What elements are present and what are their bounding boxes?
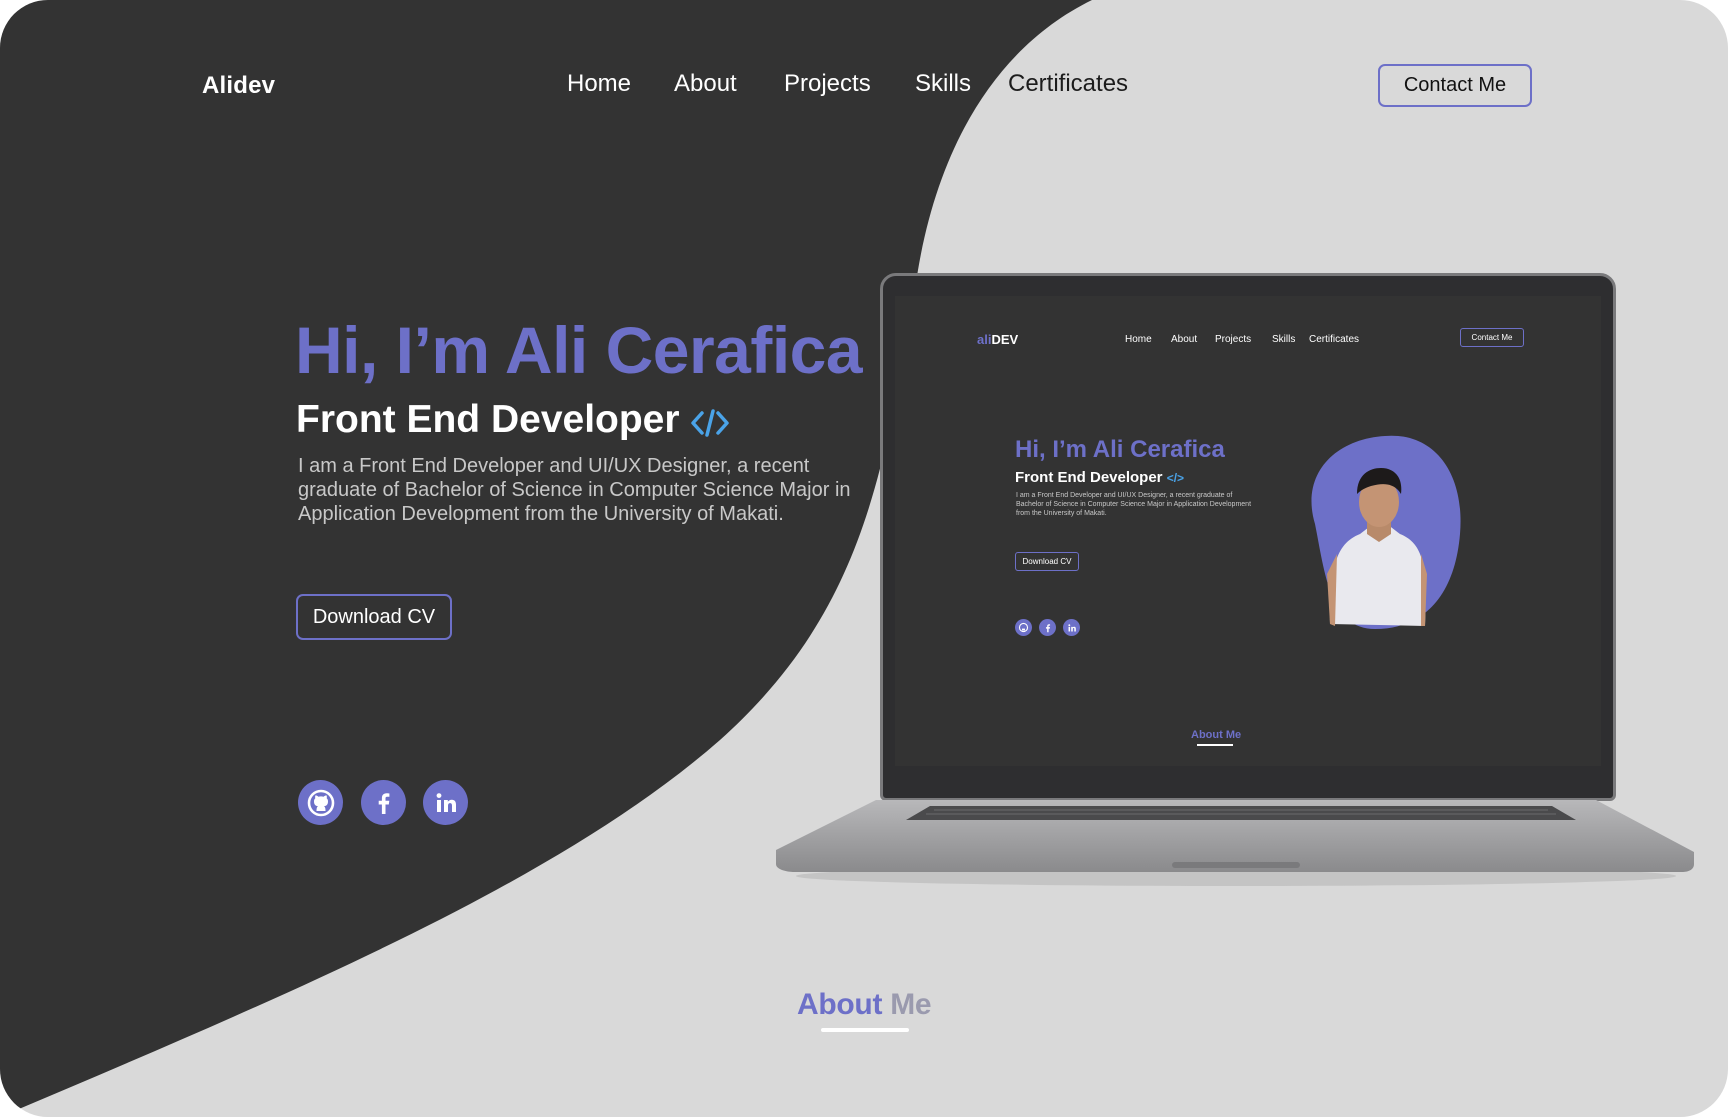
hero-greeting: Hi, I’m Ali Cerafica	[295, 313, 863, 387]
mockup-contact-button: Contact Me	[1460, 328, 1524, 347]
linkedin-icon	[436, 792, 456, 812]
github-icon	[307, 789, 334, 816]
mockup-about-underline	[1197, 744, 1233, 746]
nav-projects[interactable]: Projects	[784, 70, 871, 98]
download-cv-button[interactable]: Download CV	[296, 594, 452, 640]
mockup-code-icon: </>	[1166, 471, 1185, 485]
mockup-nav-certificates: Certificates	[1309, 334, 1360, 345]
mockup-download-cv: Download CV	[1015, 552, 1079, 571]
mockup-nav-about: About	[1171, 334, 1198, 345]
nav-certificates[interactable]: Certificates	[1008, 70, 1128, 98]
mockup-facebook-icon	[1039, 619, 1056, 636]
laptop-screen: aliDEV Home About Projects Skills Certif…	[895, 296, 1601, 766]
mockup-greeting: Hi, I’m Ali Cerafica	[1015, 436, 1225, 463]
about-title-part2: Me	[890, 988, 932, 1021]
nav-home[interactable]: Home	[567, 70, 631, 98]
mockup-nav-skills: Skills	[1272, 334, 1296, 345]
profile-photo	[1311, 435, 1461, 629]
about-section-heading[interactable]: About Me	[797, 988, 932, 1032]
github-link[interactable]	[298, 780, 343, 825]
laptop-screen-frame: aliDEV Home About Projects Skills Certif…	[880, 273, 1616, 801]
brand-logo[interactable]: Alidev	[202, 72, 275, 100]
mockup-nav-projects: Projects	[1215, 334, 1252, 345]
about-title-part1: About	[797, 988, 883, 1021]
contact-me-button[interactable]: Contact Me	[1378, 64, 1532, 107]
hero-role: Front End Developer	[296, 398, 680, 441]
mockup-description: I am a Front End Developer and UI/UX Des…	[1016, 492, 1252, 517]
linkedin-link[interactable]	[423, 780, 468, 825]
nav-skills[interactable]: Skills	[915, 70, 971, 98]
about-underline	[821, 1028, 909, 1032]
mockup-linkedin-icon	[1063, 619, 1080, 636]
mockup-brand: aliDEV	[977, 332, 1019, 347]
mockup-nav-home: Home	[1125, 334, 1152, 345]
facebook-icon	[378, 792, 389, 814]
mockup-role: Front End Developer </>	[1015, 469, 1185, 486]
mockup-github-icon	[1015, 619, 1032, 636]
nav-about[interactable]: About	[674, 70, 737, 98]
code-brackets-icon	[691, 409, 729, 437]
landing-page: Alidev Home About Projects Skills Certif…	[0, 0, 1728, 1117]
facebook-link[interactable]	[361, 780, 406, 825]
mockup-about-heading: About Me	[1191, 729, 1242, 741]
hero-description: I am a Front End Developer and UI/UX Des…	[298, 455, 851, 525]
